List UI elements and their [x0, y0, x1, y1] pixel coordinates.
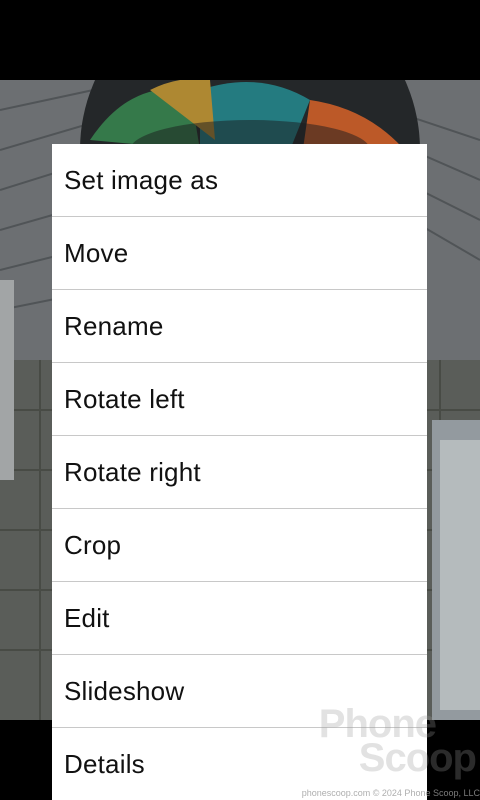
menu-item-label: Crop	[64, 529, 122, 560]
menu-item-crop[interactable]: Crop	[52, 509, 427, 582]
menu-item-slideshow[interactable]: Slideshow	[52, 655, 427, 728]
menu-item-rename[interactable]: Rename	[52, 290, 427, 363]
menu-item-label: Edit	[64, 602, 110, 633]
menu-item-details[interactable]: Details	[52, 728, 427, 800]
menu-item-label: Slideshow	[64, 675, 185, 706]
menu-item-label: Move	[64, 237, 129, 268]
menu-item-rotate-right[interactable]: Rotate right	[52, 436, 427, 509]
menu-item-label: Rotate right	[64, 456, 201, 487]
menu-item-label: Details	[64, 748, 145, 779]
screen: Set image as Move Rename Rotate left Rot…	[0, 0, 480, 800]
menu-item-edit[interactable]: Edit	[52, 582, 427, 655]
menu-item-label: Rename	[64, 310, 164, 341]
menu-item-label: Rotate left	[64, 383, 185, 414]
context-menu: Set image as Move Rename Rotate left Rot…	[52, 144, 427, 800]
menu-item-rotate-left[interactable]: Rotate left	[52, 363, 427, 436]
menu-item-move[interactable]: Move	[52, 217, 427, 290]
menu-item-set-image-as[interactable]: Set image as	[52, 144, 427, 217]
menu-item-label: Set image as	[64, 164, 219, 195]
